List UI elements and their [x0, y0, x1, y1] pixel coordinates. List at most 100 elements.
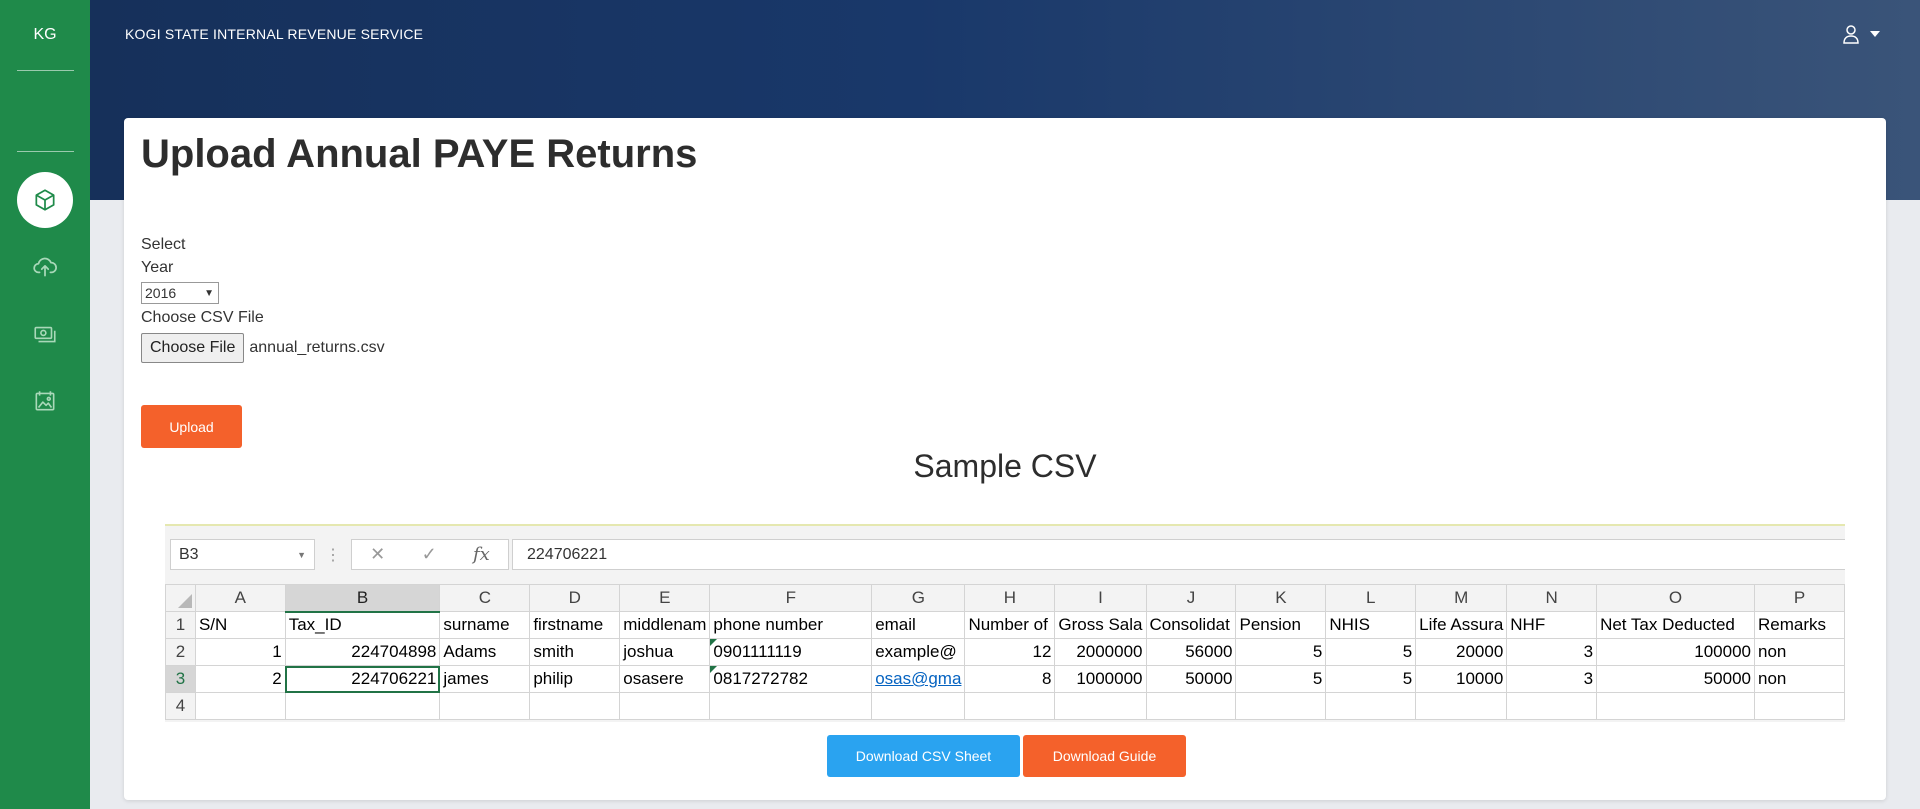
- row-number: 2: [165, 638, 196, 666]
- cube-icon: [35, 189, 55, 211]
- empty-cell: [194, 692, 286, 720]
- sidebar-item-upload[interactable]: [17, 239, 73, 295]
- image-gallery-icon: [35, 391, 55, 411]
- sample-csv-image: B3 ▼ ⋮ ✕ ✓ fx 224706221 ABCDEFGHIJKLMNOP…: [165, 524, 1845, 722]
- download-csv-button[interactable]: Download CSV Sheet: [827, 735, 1020, 777]
- header-cell: phone number: [709, 611, 873, 639]
- download-guide-button[interactable]: Download Guide: [1023, 735, 1186, 777]
- file-label: Choose CSV File: [141, 309, 264, 326]
- data-cell: philip: [529, 665, 621, 693]
- sidebar-item-gallery[interactable]: [17, 373, 73, 429]
- column-header-b: B: [284, 584, 441, 613]
- column-header-c: C: [439, 584, 531, 612]
- dropdown-arrow-icon: ▼: [204, 287, 214, 299]
- column-header-h: H: [964, 584, 1056, 612]
- data-cell: 5: [1235, 665, 1327, 693]
- data-cell: osasere: [619, 665, 711, 693]
- formula-bar: B3 ▼ ⋮ ✕ ✓ fx 224706221: [165, 538, 1845, 571]
- column-header-k: K: [1235, 584, 1327, 612]
- empty-cell: [1415, 692, 1508, 720]
- select-label: Select: [141, 236, 186, 253]
- sample-spreadsheet: ABCDEFGHIJKLMNOP 1 S/N Tax_ID surname firstn…: [165, 584, 1845, 720]
- file-input: Choose File annual_returns.csv: [141, 333, 385, 363]
- money-icon: [34, 326, 56, 343]
- header-cell: NHF: [1506, 611, 1598, 639]
- year-select[interactable]: 2016 ▼: [141, 282, 219, 304]
- select-all-corner: [165, 584, 196, 612]
- name-box: B3 ▼: [170, 539, 315, 570]
- data-cell: 100000: [1596, 638, 1755, 666]
- page-title: Upload Annual PAYE Returns: [141, 132, 698, 176]
- empty-cell: [1145, 692, 1237, 720]
- column-header-m: M: [1415, 584, 1508, 612]
- name-box-value: B3: [179, 545, 199, 563]
- header-cell: surname: [439, 611, 531, 639]
- data-cell: Adams: [439, 638, 531, 666]
- header-cell: Tax_ID: [284, 611, 441, 639]
- upload-form: Select Year 2016 ▼ Choose CSV File Choos…: [141, 233, 385, 363]
- column-header-n: N: [1506, 584, 1598, 612]
- empty-cell: [1596, 692, 1755, 720]
- sample-csv-title: Sample CSV: [913, 448, 1097, 484]
- column-header-o: O: [1596, 584, 1755, 612]
- download-actions: Download CSV Sheet Download Guide: [124, 735, 1886, 777]
- caret-down-icon: [1870, 31, 1880, 37]
- table-row: 4: [165, 692, 1845, 720]
- data-cell: 20000: [1415, 638, 1508, 666]
- header-cell: S/N: [194, 611, 286, 639]
- user-menu[interactable]: [1842, 24, 1880, 44]
- row-number: 3: [165, 665, 196, 693]
- choose-file-button[interactable]: Choose File: [141, 333, 245, 363]
- header-cell: middlenam: [619, 611, 711, 639]
- data-cell: 10000: [1415, 665, 1508, 693]
- data-cell: osas@gma: [871, 665, 966, 693]
- formula-value: 224706221: [512, 539, 1845, 570]
- cancel-icon: ✕: [370, 544, 386, 564]
- sidebar-item-payments[interactable]: [17, 306, 73, 362]
- empty-cell: [964, 692, 1056, 720]
- data-cell: smith: [529, 638, 621, 666]
- row-number: 1: [165, 611, 196, 639]
- sidebar-divider: [16, 151, 74, 152]
- empty-cell: [1506, 692, 1598, 720]
- header-title: KOGI STATE INTERNAL REVENUE SERVICE: [125, 26, 424, 42]
- data-cell: 56000: [1145, 638, 1237, 666]
- column-header-p: P: [1753, 584, 1845, 612]
- empty-cell: [529, 692, 621, 720]
- column-header-l: L: [1325, 584, 1417, 612]
- data-cell: 1000000: [1054, 665, 1147, 693]
- empty-cell: [1325, 692, 1417, 720]
- header-cell: email: [871, 611, 966, 639]
- table-row: 3 2 224706221 james philip osasere 0817272782 o…: [165, 665, 1845, 693]
- app-logo[interactable]: KG: [0, 0, 90, 70]
- header-cell: Life Assura: [1415, 611, 1508, 639]
- table-row: 2 1 224704898 Adams smith joshua 0901111119 exa…: [165, 638, 1845, 666]
- column-header-i: I: [1054, 584, 1147, 612]
- empty-cell: [709, 692, 873, 720]
- empty-cell: [439, 692, 531, 720]
- function-icon: fx: [473, 544, 490, 565]
- header-cell: Net Tax Deducted: [1596, 611, 1755, 639]
- data-cell: 8: [964, 665, 1056, 693]
- empty-cell: [1054, 692, 1147, 720]
- column-header-d: D: [529, 584, 621, 612]
- sidebar-item-dashboard[interactable]: [17, 172, 73, 228]
- header-cell: Pension: [1235, 611, 1327, 639]
- empty-cell: [871, 692, 966, 720]
- data-cell: non: [1753, 638, 1845, 666]
- header-cell: Number of: [964, 611, 1056, 639]
- confirm-icon: ✓: [421, 544, 437, 564]
- header-cell: firstname: [529, 611, 621, 639]
- header-cell: Gross Sala: [1054, 611, 1147, 639]
- year-select-value: 2016: [145, 285, 177, 301]
- column-header-a: A: [194, 584, 286, 612]
- upload-button[interactable]: Upload: [141, 405, 242, 448]
- data-cell: 50000: [1145, 665, 1237, 693]
- data-cell: 0901111119: [709, 638, 873, 666]
- data-cell: 1: [194, 638, 286, 666]
- data-cell: 5: [1325, 665, 1417, 693]
- data-cell: 2000000: [1054, 638, 1147, 666]
- data-cell: 3: [1506, 665, 1598, 693]
- data-cell: 12: [964, 638, 1056, 666]
- header-cell: Remarks: [1753, 611, 1845, 639]
